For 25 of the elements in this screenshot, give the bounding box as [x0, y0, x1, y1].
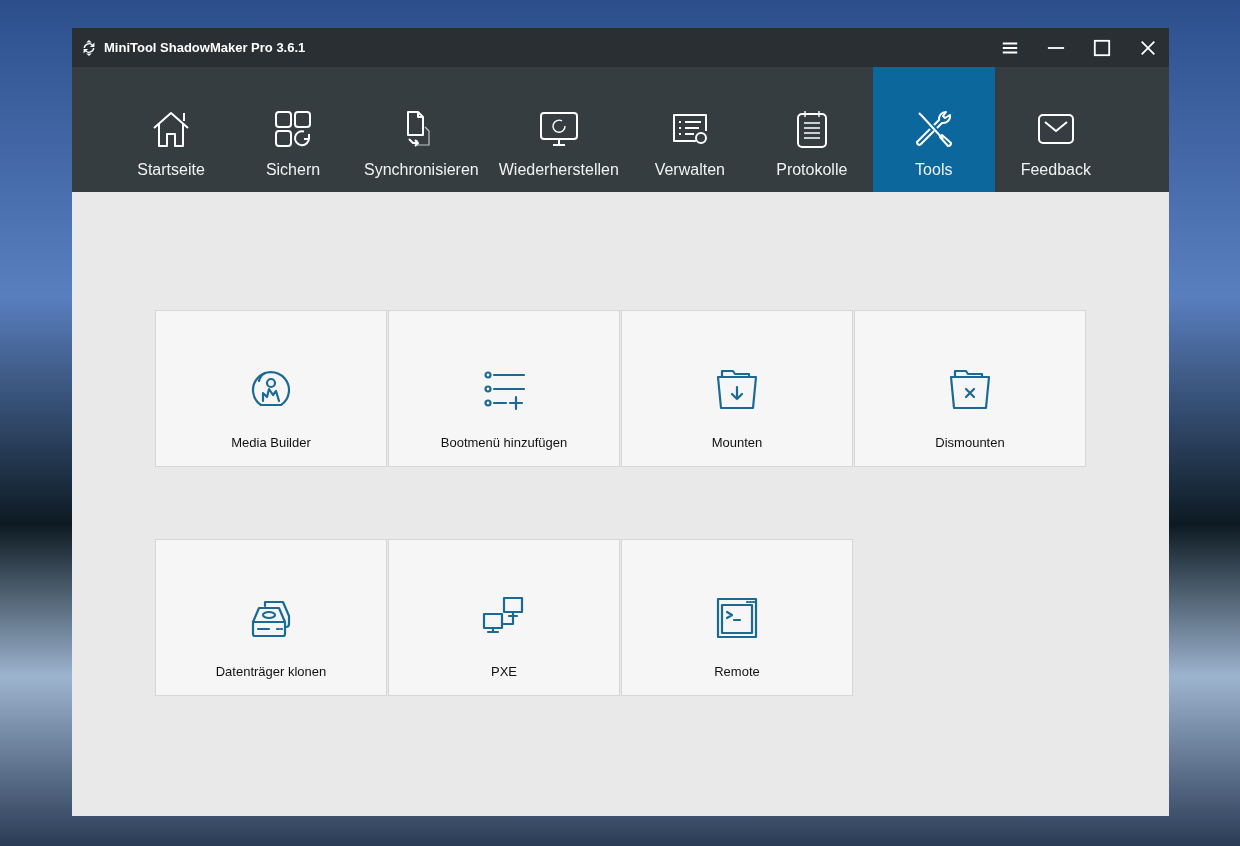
tool-tile[interactable]: Bootmenü hinzufügen — [388, 310, 620, 467]
nav-tab[interactable]: Tools — [872, 67, 995, 192]
wrench-screwdriver-icon — [913, 109, 954, 149]
nav-tab[interactable]: Wiederherstellen — [488, 67, 629, 192]
terminal-window-icon — [715, 596, 759, 640]
nav-tab[interactable]: Feedback — [994, 67, 1117, 192]
tool-tile[interactable]: Datenträger klonen — [155, 539, 387, 696]
tool-tile[interactable]: Dismounten — [854, 310, 1086, 467]
tool-tile[interactable]: Media Builder — [155, 310, 387, 467]
close-icon[interactable] — [1139, 38, 1157, 57]
squares-refresh-icon — [273, 109, 313, 149]
tool-tile[interactable]: Remote — [621, 539, 853, 696]
monitor-refresh-icon — [538, 109, 579, 149]
folder-down-arrow-icon — [715, 367, 759, 411]
nav-tab[interactable]: Synchronisieren — [354, 67, 489, 192]
nav-tab[interactable]: Protokolle — [750, 67, 873, 192]
nav-tab[interactable]: Startseite — [110, 67, 232, 192]
house-icon — [151, 109, 191, 149]
tool-tile[interactable]: Mounten — [621, 310, 853, 467]
folder-cross-icon — [948, 367, 992, 411]
tool-tile[interactable]: PXE — [388, 539, 620, 696]
nav-tab[interactable]: Verwalten — [628, 67, 751, 192]
maximize-icon[interactable] — [1093, 38, 1111, 57]
nav-tab[interactable]: Sichern — [232, 67, 354, 192]
window-title: MiniTool ShadowMaker Pro 3.6.1 — [104, 40, 306, 55]
